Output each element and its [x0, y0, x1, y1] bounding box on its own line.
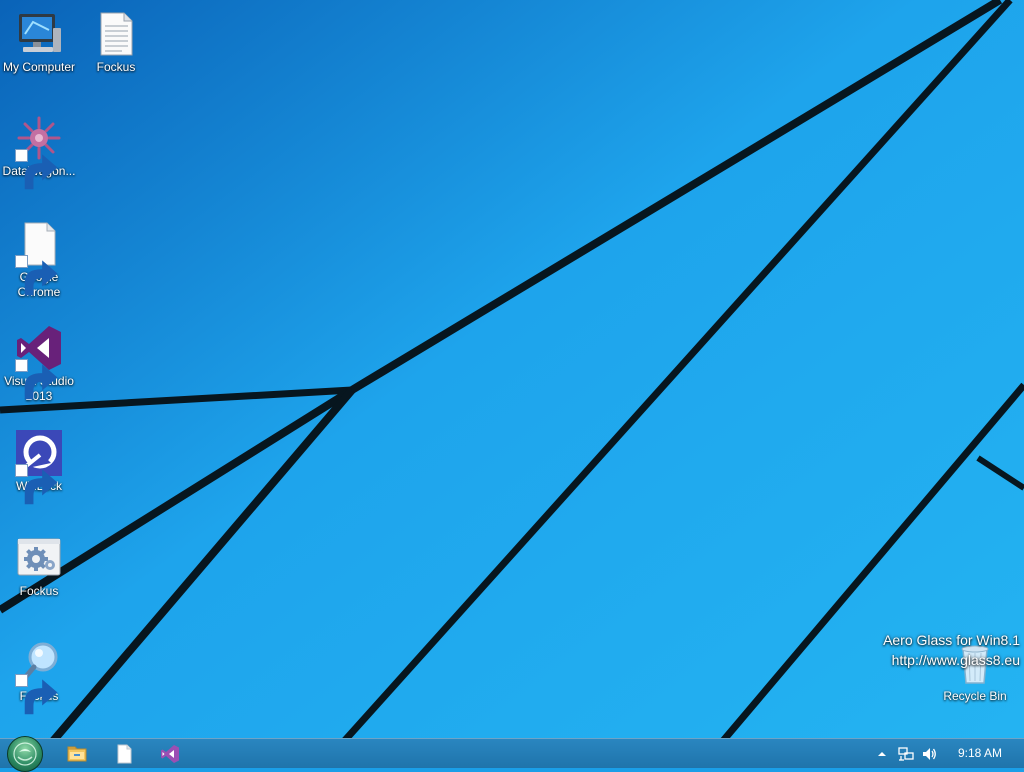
desktop-icon-visual-studio[interactable]: Visual Studio 2013	[1, 324, 77, 404]
taskbar: 9:18 AM	[0, 736, 1024, 772]
aero-glass-watermark: Aero Glass for Win8.1 http://www.glass8.…	[883, 630, 1020, 670]
watermark-title: Aero Glass for Win8.1	[883, 632, 1020, 648]
desktop-icon-datawagon[interactable]: DataWagon...	[1, 114, 77, 190]
watermark-url: http://www.glass8.eu	[891, 652, 1020, 668]
volume-icon[interactable]	[921, 746, 937, 762]
desktop-icon-fockus-search[interactable]: Fockus	[1, 639, 77, 715]
shortcut-arrow-icon	[15, 464, 58, 505]
shortcut-arrow-icon	[15, 674, 58, 715]
computer-icon	[15, 10, 63, 58]
desktop-wallpaper	[0, 0, 1024, 768]
desktop-icon-fockus-text[interactable]: Fockus	[78, 10, 154, 75]
desktop-icon-label: My Computer	[2, 60, 76, 74]
desktop-icon-label: Recycle Bin	[943, 689, 1007, 703]
shortcut-arrow-icon	[15, 359, 58, 400]
desktop-icon-label: Fockus	[19, 584, 59, 598]
taskbar-visual-studio[interactable]	[157, 743, 183, 765]
shortcut-arrow-icon	[15, 255, 58, 296]
desktop-icon-my-computer[interactable]: My Computer	[1, 10, 77, 75]
desktop-icon-winlock[interactable]: WinLock	[1, 429, 77, 505]
desktop-icon-google-chrome[interactable]: Google Chrome	[1, 220, 77, 300]
start-orb-icon[interactable]	[7, 736, 43, 772]
visual-studio-icon	[161, 745, 179, 763]
taskbar-clock[interactable]: 9:18 AM	[958, 746, 1002, 760]
magnifier-icon	[15, 639, 63, 715]
desktop-icon-label: Fockus	[96, 60, 136, 74]
blank-file-icon	[117, 744, 132, 764]
gear-icon	[15, 534, 63, 582]
shortcut-arrow-icon	[15, 149, 58, 190]
network-icon[interactable]	[898, 746, 914, 762]
datawagon-icon	[15, 114, 63, 190]
taskbar-blank-file[interactable]	[111, 743, 137, 765]
text-file-icon	[92, 10, 140, 58]
file-explorer-icon	[67, 746, 87, 762]
winlock-icon	[15, 429, 63, 505]
blank-file-icon	[15, 220, 63, 296]
show-hidden-icons-icon[interactable]	[874, 746, 890, 762]
visual-studio-icon	[15, 324, 63, 400]
taskbar-file-explorer[interactable]	[64, 743, 90, 765]
desktop-icon-fockus-settings[interactable]: Fockus	[1, 534, 77, 599]
